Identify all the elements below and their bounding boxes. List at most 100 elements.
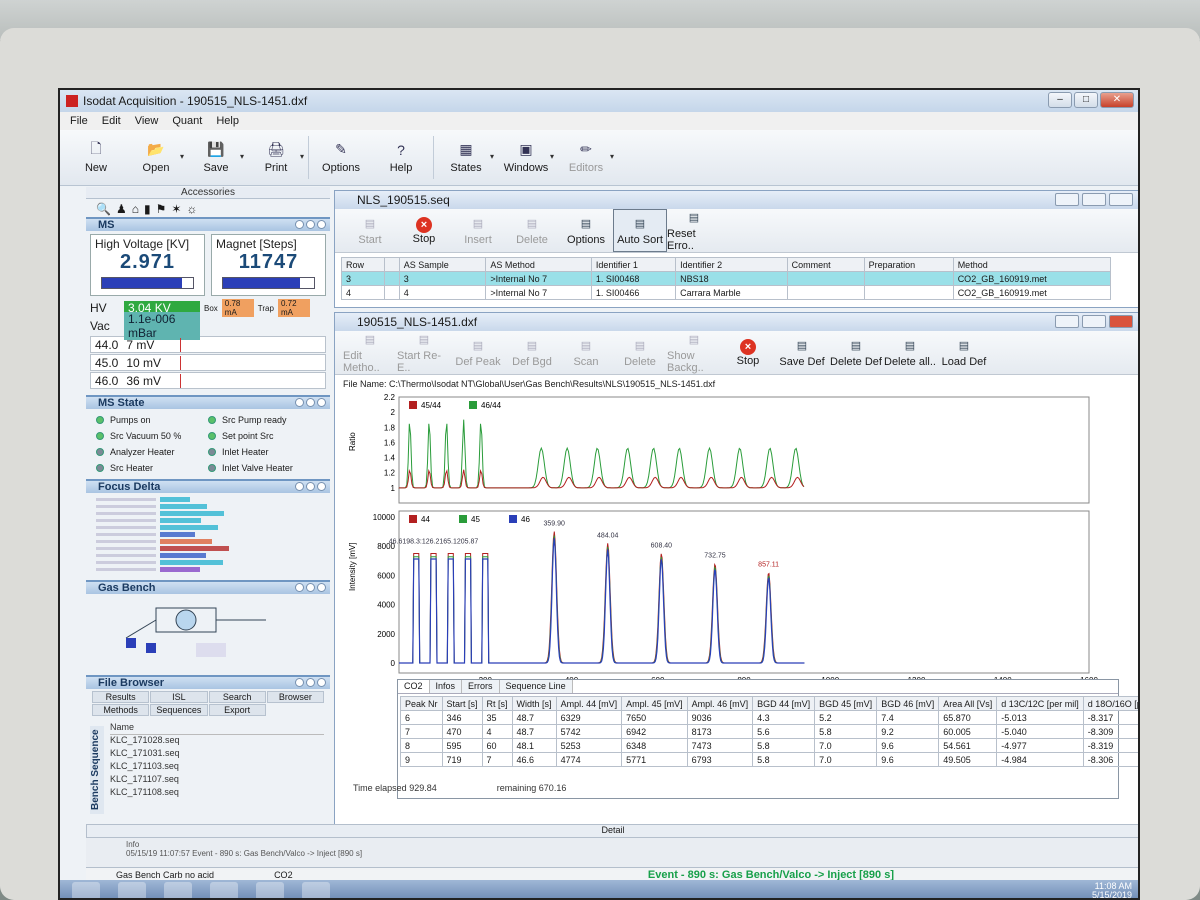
table-cell[interactable]: 5.8 xyxy=(814,724,878,739)
table-cell[interactable]: 8 xyxy=(400,738,443,753)
print-button[interactable]: 🖨 Print ▾ xyxy=(246,130,306,185)
column-header[interactable]: AS Sample xyxy=(398,257,487,272)
fb-tab-methods[interactable]: Methods xyxy=(92,704,150,716)
table-cell[interactable]: 9.2 xyxy=(876,724,940,739)
table-cell[interactable]: 7.0 xyxy=(814,738,878,753)
res-max-button[interactable] xyxy=(1082,315,1106,328)
table-cell[interactable]: -4.977 xyxy=(996,738,1084,753)
table-cell[interactable]: 9.6 xyxy=(876,738,940,753)
table-cell[interactable]: 6329 xyxy=(555,710,623,725)
fb-tab-export[interactable]: Export xyxy=(208,704,266,716)
def-peak-button[interactable]: ▤ Def Peak xyxy=(451,331,505,374)
taskbar-app-5[interactable] xyxy=(302,882,330,898)
stop-button[interactable]: × Stop xyxy=(397,209,451,252)
column-header[interactable]: Width [s] xyxy=(511,696,557,711)
start-button[interactable] xyxy=(72,882,100,898)
column-header[interactable]: Method xyxy=(952,257,1112,272)
column-header[interactable]: Identifier 2 xyxy=(675,257,788,272)
column-header[interactable]: Ampl. 44 [mV] xyxy=(555,696,623,711)
table-cell[interactable]: -8.309 xyxy=(1082,724,1138,739)
tab-infos[interactable]: Infos xyxy=(429,680,463,693)
table-cell[interactable] xyxy=(384,285,400,300)
table-cell[interactable]: 4 xyxy=(481,724,513,739)
fb-tab-search[interactable]: Search xyxy=(208,691,266,703)
insert-button[interactable]: ▤ Insert xyxy=(451,209,505,252)
table-cell[interactable]: 4774 xyxy=(555,752,623,767)
table-cell[interactable]: 5.8 xyxy=(752,738,816,753)
table-cell[interactable]: 7.0 xyxy=(814,752,878,767)
fb-tab-sequences[interactable]: Sequences xyxy=(150,704,208,716)
def-bgd-button[interactable]: ▤ Def Bgd xyxy=(505,331,559,374)
table-cell[interactable] xyxy=(384,271,400,286)
detail-bar[interactable]: Detail xyxy=(86,824,1138,838)
table-cell[interactable]: >Internal No 7 xyxy=(485,285,592,300)
table-row[interactable]: 9 719 7 46.6 4774 5771 6793 5.8 7.0 9.6 49.505 -4.9… xyxy=(400,752,1138,767)
delete-def-button[interactable]: ▤ Delete Def xyxy=(829,331,883,374)
save-button[interactable]: 💾 Save ▾ xyxy=(186,130,246,185)
table-cell[interactable]: 5.6 xyxy=(752,724,816,739)
options-button[interactable]: ✎ Options xyxy=(311,130,371,185)
table-cell[interactable]: 6793 xyxy=(686,752,754,767)
close-button[interactable]: ✕ xyxy=(1100,92,1134,108)
system-clock[interactable]: 11:08 AM 5/15/2019 xyxy=(1092,882,1132,899)
show-backg-button[interactable]: ▤ Show Backg.. xyxy=(667,331,721,375)
menu-help[interactable]: Help xyxy=(216,115,239,127)
table-cell[interactable]: 5253 xyxy=(555,738,623,753)
fb-tab-results[interactable]: Results xyxy=(92,691,150,703)
fb-tab-browser[interactable]: Browser xyxy=(266,691,324,703)
delete-button[interactable]: ▤ Delete xyxy=(613,331,667,374)
table-row[interactable]: 8 595 60 48.1 5253 6348 7473 5.8 7.0 9.6 54.561 -4.… xyxy=(400,738,1138,753)
seq-close-button[interactable] xyxy=(1109,193,1133,206)
table-cell[interactable]: 470 xyxy=(441,724,483,739)
auto-sort-button[interactable]: ▤ Auto Sort xyxy=(613,209,667,252)
file-item[interactable]: KLC_171103.seq xyxy=(110,761,324,774)
table-cell[interactable]: 1. SI00468 xyxy=(590,271,677,286)
column-header[interactable]: Ampl. 45 [mV] xyxy=(621,696,688,711)
table-cell[interactable]: -8.317 xyxy=(1082,710,1138,725)
table-cell[interactable]: 5771 xyxy=(621,752,688,767)
table-cell[interactable]: 7 xyxy=(481,752,513,767)
scan-button[interactable]: ▤ Scan xyxy=(559,331,613,374)
column-header[interactable]: d 18O/16O [per mil] xyxy=(1082,696,1138,711)
res-min-button[interactable] xyxy=(1055,315,1079,328)
person-icon[interactable]: ♟ xyxy=(116,202,127,216)
flag-icon[interactable]: ⚑ xyxy=(156,202,167,216)
column-header[interactable]: Peak Nr xyxy=(400,696,443,711)
save-def-button[interactable]: ▤ Save Def xyxy=(775,331,829,374)
table-cell[interactable]: 60 xyxy=(481,738,513,753)
table-cell[interactable]: 8173 xyxy=(686,724,754,739)
table-cell[interactable]: 4 xyxy=(340,285,386,300)
open-button[interactable]: 📂 Open ▾ xyxy=(126,130,186,185)
taskbar-app-4[interactable] xyxy=(256,882,284,898)
menu-view[interactable]: View xyxy=(135,115,159,127)
table-cell[interactable]: 48.1 xyxy=(511,738,557,753)
table-cell[interactable]: 48.7 xyxy=(511,724,557,739)
column-header[interactable]: Rt [s] xyxy=(481,696,513,711)
states-button[interactable]: ▦ States ▾ xyxy=(436,130,496,185)
table-cell[interactable]: Carrara Marble xyxy=(675,285,788,300)
column-header[interactable]: Row xyxy=(340,257,386,272)
table-row[interactable]: 3 3 >Internal No 7 1. SI00468 NBS18 CO2_GB_16… xyxy=(340,271,1112,286)
table-cell[interactable]: 46.6 xyxy=(511,752,557,767)
table-cell[interactable] xyxy=(786,271,865,286)
file-item[interactable]: KLC_171031.seq xyxy=(110,748,324,761)
column-header[interactable]: Ampl. 46 [mV] xyxy=(686,696,754,711)
table-cell[interactable]: 49.505 xyxy=(938,752,998,767)
column-header[interactable] xyxy=(384,257,400,272)
table-cell[interactable]: 7 xyxy=(400,724,443,739)
dropdown-arrow-icon[interactable]: ▾ xyxy=(610,152,614,161)
load-def-button[interactable]: ▤ Load Def xyxy=(937,331,991,374)
table-cell[interactable]: 6348 xyxy=(621,738,688,753)
tab-errors[interactable]: Errors xyxy=(462,680,500,693)
minimize-button[interactable]: – xyxy=(1048,92,1072,108)
table-cell[interactable]: -8.319 xyxy=(1082,738,1138,753)
table-cell[interactable] xyxy=(863,285,954,300)
table-cell[interactable]: 60.005 xyxy=(938,724,998,739)
table-cell[interactable]: 6 xyxy=(400,710,443,725)
table-cell[interactable]: 4.3 xyxy=(752,710,816,725)
file-item[interactable]: KLC_171107.seq xyxy=(110,774,324,787)
table-cell[interactable]: 5.8 xyxy=(752,752,816,767)
peak-icon[interactable]: ⌂ xyxy=(132,202,139,216)
seq-min-button[interactable] xyxy=(1055,193,1079,206)
taskbar-app-2[interactable] xyxy=(164,882,192,898)
